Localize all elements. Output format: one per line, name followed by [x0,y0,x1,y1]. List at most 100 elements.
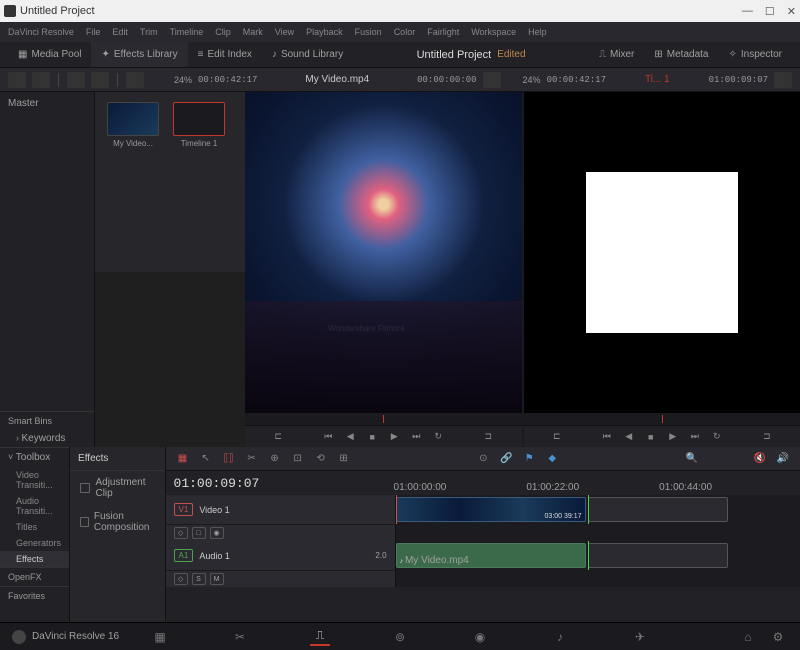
src-menu-icon[interactable] [483,72,501,88]
page-media-icon[interactable]: ▦ [150,628,170,646]
in-point[interactable] [396,495,397,524]
empty-audio-clip[interactable] [588,543,728,568]
tl-name[interactable]: Ti... 1 [645,74,670,85]
a1-solo-button[interactable]: S [192,573,206,585]
tl-mark-in-icon[interactable]: ⊏ [550,430,564,444]
fx-adjustment-clip[interactable]: Adjustment Clip [70,471,164,505]
tl-menu-icon[interactable] [774,72,792,88]
timeline-canvas[interactable] [524,92,800,413]
v1-auto-button[interactable]: □ [192,527,206,539]
page-cut-icon[interactable]: ✂ [230,628,250,646]
home-icon[interactable]: ⌂ [738,628,758,646]
src-next-icon[interactable]: ⏭ [409,430,423,444]
menu-trim[interactable]: Trim [140,27,158,37]
fx-fusion-comp[interactable]: Fusion Composition [70,505,164,539]
src-stop-icon[interactable]: ■ [365,430,379,444]
settings-icon[interactable]: ⚙ [768,628,788,646]
options-icon[interactable] [126,72,144,88]
menu-clip[interactable]: Clip [215,27,231,37]
tool-arrow-icon[interactable]: ↖ [197,451,215,467]
empty-video-clip[interactable] [588,497,728,522]
tool-replace-icon[interactable]: ⟲ [312,451,330,467]
search-icon[interactable] [91,72,109,88]
v1-clips[interactable]: 03:00 39:17 [396,495,800,524]
menu-fusion[interactable]: Fusion [355,27,382,37]
page-deliver-icon[interactable]: ✈ [630,628,650,646]
page-fusion-icon[interactable]: ⊚ [390,628,410,646]
video-clip[interactable]: 03:00 39:17 [396,497,586,522]
window-maximize[interactable]: ☐ [765,5,775,18]
toolbox-titles[interactable]: Titles [0,519,69,535]
link-icon[interactable]: 🔗 [497,451,515,467]
menu-color[interactable]: Color [394,27,416,37]
tool-fit-icon[interactable]: ⊞ [335,451,353,467]
menu-mark[interactable]: Mark [243,27,263,37]
tool-overwrite-icon[interactable]: ⊡ [289,451,307,467]
tl-stop-icon[interactable]: ■ [644,430,658,444]
media-clip[interactable]: My Video... [105,102,161,262]
openfx-label[interactable]: OpenFX [0,567,69,586]
ws-sound-library[interactable]: ♪ Sound Library [262,42,353,67]
menu-playback[interactable]: Playback [306,27,343,37]
menu-davinci-resolve[interactable]: DaVinci Resolve [8,27,74,37]
a1-clips[interactable]: ♪ My Video.mp4 [396,541,800,570]
page-color-icon[interactable]: ◉ [470,628,490,646]
source-canvas[interactable]: Wondershare Filmora [245,92,522,413]
a1-badge[interactable]: A1 [174,549,194,562]
menu-fairlight[interactable]: Fairlight [427,27,459,37]
mute-icon[interactable]: 🔇 [751,451,769,467]
tool-blade-icon[interactable]: ✂ [243,451,261,467]
src-mark-in-icon[interactable]: ⊏ [271,430,285,444]
menu-edit[interactable]: Edit [112,27,128,37]
page-edit-icon[interactable]: ⎍ [310,628,330,646]
a1-lock-button[interactable]: ◇ [174,573,188,585]
v1-disable-button[interactable]: ◉ [210,527,224,539]
view-list-icon[interactable] [8,72,26,88]
src-loop-icon[interactable]: ↻ [431,430,445,444]
menu-timeline[interactable]: Timeline [170,27,204,37]
menu-help[interactable]: Help [528,27,547,37]
page-fairlight-icon[interactable]: ♪ [550,628,570,646]
flag-icon[interactable]: ⚑ [520,451,538,467]
toolbox-label[interactable]: ˅ Toolbox [0,447,69,467]
playhead[interactable] [588,541,589,570]
v1-lock-button[interactable]: ◇ [174,527,188,539]
src-mark-out-icon[interactable]: ⊐ [481,430,495,444]
toolbox-generators[interactable]: Generators [0,535,69,551]
v1-badge[interactable]: V1 [174,503,194,516]
window-minimize[interactable]: — [742,5,753,18]
tl-prev-icon[interactable]: ◀ [622,430,636,444]
source-scrubber[interactable] [245,413,522,425]
zoom-icon[interactable]: 🔍 [683,451,701,467]
tl-mark-out-icon[interactable]: ⊐ [760,430,774,444]
ws-inspector[interactable]: ✧ Inspector [718,42,792,67]
src-play-icon[interactable]: ▶ [387,430,401,444]
ws-edit-index[interactable]: ≡ Edit Index [188,42,262,67]
toolbox-video-trans[interactable]: Video Transiti... [0,467,69,493]
tool-trim-icon[interactable]: ⟦⟧ [220,451,238,467]
ws-media-pool[interactable]: ▦ Media Pool [8,42,91,67]
toolbox-audio-trans[interactable]: Audio Transiti... [0,493,69,519]
src-first-icon[interactable]: ⏮ [321,430,335,444]
menu-view[interactable]: View [275,27,294,37]
tl-zoom[interactable]: 24% [523,75,541,85]
marker-icon[interactable]: ◆ [543,451,561,467]
src-clip-name[interactable]: My Video.mp4 [305,74,369,85]
ws-effects-library[interactable]: ✦ Effects Library [91,42,187,67]
tl-play-icon[interactable]: ▶ [666,430,680,444]
keywords-bin[interactable]: › Keywords [0,430,94,447]
menu-workspace[interactable]: Workspace [471,27,516,37]
src-prev-icon[interactable]: ◀ [343,430,357,444]
src-zoom[interactable]: 24% [174,75,192,85]
menu-file[interactable]: File [86,27,101,37]
playhead[interactable] [588,495,589,524]
tl-loop-icon[interactable]: ↻ [710,430,724,444]
timeline-timecode[interactable]: 01:00:09:07 [174,476,394,491]
snap-icon[interactable]: ⊙ [474,451,492,467]
tl-first-icon[interactable]: ⏮ [600,430,614,444]
tool-insert-icon[interactable]: ⊕ [266,451,284,467]
ws-mixer[interactable]: ⎍ Mixer [589,42,644,67]
view-thumb-icon[interactable] [32,72,50,88]
toolbox-effects[interactable]: Effects [0,551,69,567]
window-close[interactable]: ✕ [787,5,796,18]
